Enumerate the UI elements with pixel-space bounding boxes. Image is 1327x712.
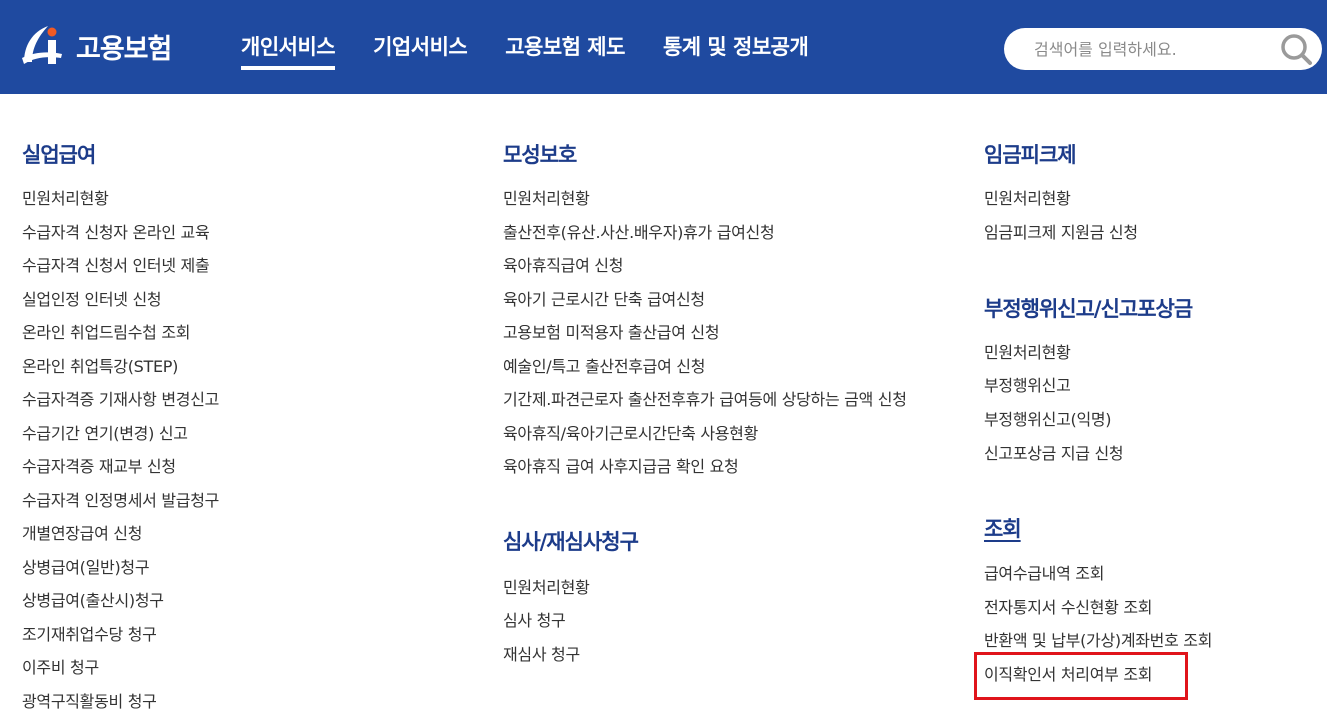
link-maternity-reduced-hours[interactable]: 육아기 근로시간 단축 급여신청 bbox=[503, 286, 705, 310]
link-review-request[interactable]: 심사 청구 bbox=[503, 607, 566, 631]
link-maternity-childcare-leave[interactable]: 육아휴직급여 신청 bbox=[503, 252, 623, 276]
section-title-fraud-report[interactable]: 부정행위신고/신고포상금 bbox=[984, 293, 1193, 323]
link-maternity-fixed-term-benefit[interactable]: 기간제.파견근로자 출산전후휴가 급여등에 상당하는 금액 신청 bbox=[503, 386, 907, 410]
section-title-unemployment[interactable]: 실업급여 bbox=[22, 139, 96, 169]
link-maternity-usage-status[interactable]: 육아휴직/육아기근로시간단축 사용현황 bbox=[503, 420, 758, 444]
search-icon[interactable] bbox=[1278, 32, 1314, 66]
main-nav: 개인서비스 기업서비스 고용보험 제도 통계 및 정보공개 bbox=[222, 0, 827, 94]
link-unemployment-online-application[interactable]: 수급자격 신청서 인터넷 제출 bbox=[22, 252, 210, 276]
highlight-box bbox=[974, 652, 1188, 700]
link-unemployment-early-reemployment[interactable]: 조기재취업수당 청구 bbox=[22, 621, 157, 645]
nav-insurance-system[interactable]: 고용보험 제도 bbox=[486, 0, 644, 94]
link-review-status[interactable]: 민원처리현황 bbox=[503, 574, 590, 598]
link-unemployment-status[interactable]: 민원처리현황 bbox=[22, 185, 109, 209]
link-fraud-report-anonymous[interactable]: 부정행위신고(익명) bbox=[984, 406, 1112, 430]
link-unemployment-reissue[interactable]: 수급자격증 재교부 신청 bbox=[22, 453, 176, 477]
link-rereview-request[interactable]: 재심사 청구 bbox=[503, 641, 580, 665]
nav-business-services[interactable]: 기업서비스 bbox=[354, 0, 486, 94]
search-bar bbox=[1004, 28, 1322, 70]
link-unemployment-statement[interactable]: 수급자격 인정명세서 발급청구 bbox=[22, 487, 219, 511]
link-maternity-artist-benefit[interactable]: 예술인/특고 출산전후급여 신청 bbox=[503, 353, 705, 377]
search-input[interactable] bbox=[1004, 28, 1264, 70]
link-fraud-reward[interactable]: 신고포상금 지급 신청 bbox=[984, 440, 1124, 464]
link-unemployment-online-education[interactable]: 수급자격 신청자 온라인 교육 bbox=[22, 219, 210, 243]
site-logo[interactable]: 고용보험 bbox=[18, 18, 172, 74]
link-unemployment-certification[interactable]: 실업인정 인터넷 신청 bbox=[22, 286, 162, 310]
link-unemployment-sickness-childbirth[interactable]: 상병급여(출산시)청구 bbox=[22, 587, 164, 611]
link-unemployment-period-extension[interactable]: 수급기간 연기(변경) 신고 bbox=[22, 420, 188, 444]
link-unemployment-relocation[interactable]: 이주비 청구 bbox=[22, 654, 99, 678]
link-inquiry-refund-account[interactable]: 반환액 및 납부(가상)계좌번호 조회 bbox=[984, 627, 1212, 651]
link-unemployment-job-search[interactable]: 광역구직활동비 청구 bbox=[22, 688, 157, 712]
link-maternity-status[interactable]: 민원처리현황 bbox=[503, 185, 590, 209]
link-inquiry-benefit-history[interactable]: 급여수급내역 조회 bbox=[984, 560, 1104, 584]
section-title-maternity[interactable]: 모성보호 bbox=[503, 139, 577, 169]
link-unemployment-change-report[interactable]: 수급자격증 기재사항 변경신고 bbox=[22, 386, 219, 410]
link-wage-peak-subsidy[interactable]: 임금피크제 지원금 신청 bbox=[984, 219, 1138, 243]
section-title-wage-peak[interactable]: 임금피크제 bbox=[984, 139, 1077, 169]
link-maternity-uninsured-benefit[interactable]: 고용보험 미적용자 출산급여 신청 bbox=[503, 319, 720, 343]
link-unemployment-sickness-general[interactable]: 상병급여(일반)청구 bbox=[22, 554, 150, 578]
link-unemployment-extended-benefit[interactable]: 개별연장급여 신청 bbox=[22, 520, 142, 544]
nav-personal-services[interactable]: 개인서비스 bbox=[222, 0, 354, 94]
link-maternity-deferred-payment[interactable]: 육아휴직 급여 사후지급금 확인 요청 bbox=[503, 453, 739, 477]
link-fraud-report[interactable]: 부정행위신고 bbox=[984, 372, 1071, 396]
link-unemployment-step[interactable]: 온라인 취업특강(STEP) bbox=[22, 353, 178, 377]
section-title-inquiry[interactable]: 조회 bbox=[984, 513, 1022, 543]
link-fraud-status[interactable]: 민원처리현황 bbox=[984, 339, 1071, 363]
site-header: 고용보험 개인서비스 기업서비스 고용보험 제도 통계 및 정보공개 bbox=[0, 0, 1327, 94]
section-title-review[interactable]: 심사/재심사청구 bbox=[503, 526, 639, 556]
logo-text: 고용보험 bbox=[76, 33, 172, 65]
link-wage-peak-status[interactable]: 민원처리현황 bbox=[984, 185, 1071, 209]
link-inquiry-e-notice[interactable]: 전자통지서 수신현황 조회 bbox=[984, 594, 1153, 618]
link-unemployment-dream-notebook[interactable]: 온라인 취업드림수첩 조회 bbox=[22, 319, 191, 343]
ei-logo-icon bbox=[22, 26, 62, 64]
nav-statistics-disclosure[interactable]: 통계 및 정보공개 bbox=[644, 0, 827, 94]
link-maternity-leave-benefit[interactable]: 출산전후(유산.사산.배우자)휴가 급여신청 bbox=[503, 219, 775, 243]
